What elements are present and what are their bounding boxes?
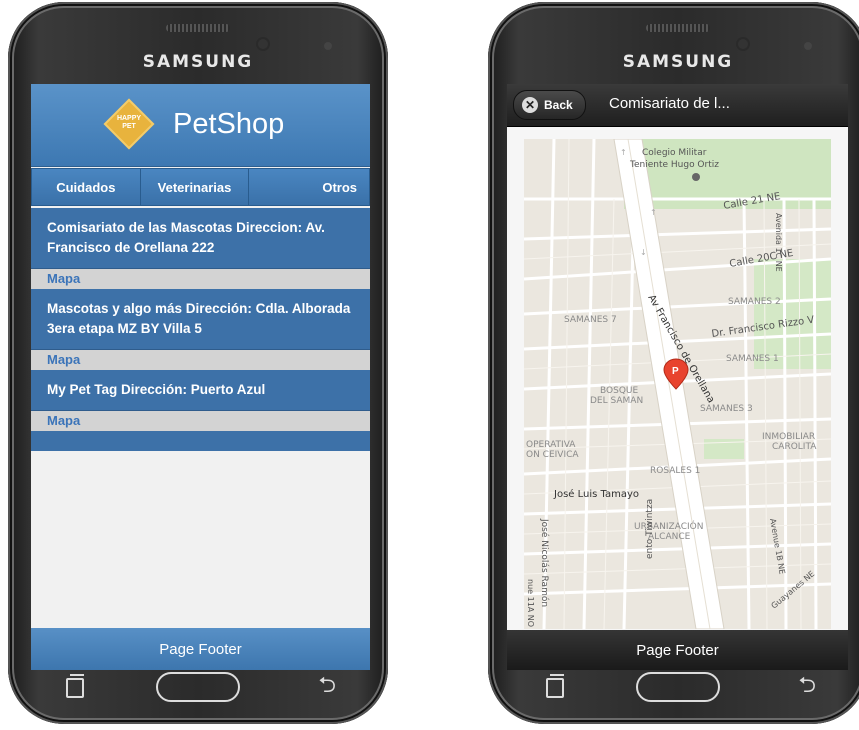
recent-apps-icon[interactable] <box>546 674 564 698</box>
svg-text:↑: ↑ <box>650 208 657 217</box>
tab-bar: Cuidados Veterinarias Otros <box>31 168 370 206</box>
map-label: BOSQUE <box>600 386 638 396</box>
list-item[interactable]: My Pet Tag Dirección: Puerto Azul <box>31 370 370 411</box>
back-arrow-icon[interactable]: ⮌ <box>318 674 336 696</box>
map-label: CAROLITA <box>772 442 817 452</box>
map-label: SAMANES 7 <box>564 315 617 325</box>
happy-pet-logo: HAPPY PET <box>103 98 155 150</box>
tab-otros[interactable]: Otros <box>249 168 370 206</box>
speaker-grille <box>166 24 230 32</box>
brand-logo: SAMSUNG <box>622 52 734 72</box>
map-label: José Nicolás Ramón <box>539 518 550 607</box>
sensor-icon <box>258 39 268 49</box>
tab-veterinarias[interactable]: Veterinarias <box>140 168 250 206</box>
right-phone: SAMSUNG ✕ Back Comisariato de l... Coleg… <box>488 2 859 724</box>
close-icon: ✕ <box>522 97 538 113</box>
map-label: Avenida 1C NE <box>774 213 783 272</box>
map-label: Teniente Hugo Ortiz <box>629 160 719 170</box>
map-label: José Luis Tamayo <box>553 488 639 500</box>
map-label: SAMANES 3 <box>700 404 753 414</box>
map-label: Colegio Militar <box>642 148 707 158</box>
page-footer: Page Footer <box>31 628 370 670</box>
map-label: ON CEIVICA <box>526 450 579 460</box>
map-header: ✕ Back Comisariato de l... <box>507 84 848 127</box>
tab-cuidados[interactable]: Cuidados <box>31 168 141 206</box>
left-phone: SAMSUNG HAPPY PET PetShop Cuidados Veter… <box>8 2 388 724</box>
camera-icon <box>804 42 812 50</box>
pin-label: P <box>672 366 679 377</box>
back-arrow-icon[interactable]: ⮌ <box>798 674 816 696</box>
map-label: ento Tiwintza <box>645 499 655 559</box>
back-button[interactable]: ✕ Back <box>513 90 586 120</box>
home-button[interactable] <box>156 672 240 702</box>
sensor-icon <box>738 39 748 49</box>
hardware-nav: ⮌ <box>488 670 859 704</box>
map-label: SAMANES 2 <box>728 297 781 307</box>
logo-text-line1: HAPPY <box>116 115 142 122</box>
list-end-bar <box>31 431 370 451</box>
landmark-icon <box>692 173 700 181</box>
app-header: HAPPY PET PetShop <box>31 84 370 167</box>
shop-list: Comisariato de las Mascotas Direccion: A… <box>31 208 370 451</box>
page-footer: Page Footer <box>507 630 848 670</box>
back-button-label: Back <box>544 98 573 112</box>
svg-text:↑: ↑ <box>620 148 627 157</box>
list-item[interactable]: Comisariato de las Mascotas Direccion: A… <box>31 208 370 269</box>
street-map[interactable]: Colegio Militar Teniente Hugo Ortiz Call… <box>524 139 831 629</box>
map-screen: ✕ Back Comisariato de l... Colegio Milit… <box>507 84 848 670</box>
petshop-screen: HAPPY PET PetShop Cuidados Veterinarias … <box>31 84 370 670</box>
map-link[interactable]: Mapa <box>31 411 370 431</box>
map-label: nue 11A NO <box>526 579 535 627</box>
map-label: DEL SAMAN <box>590 396 643 406</box>
logo-text-line2: PET <box>122 123 136 130</box>
logo-text: HAPPY PET <box>111 115 147 131</box>
map-label: INMOBILIAR <box>762 432 815 442</box>
map-label: ROSALES 1 <box>650 466 700 476</box>
recent-apps-icon[interactable] <box>66 674 84 698</box>
camera-icon <box>324 42 332 50</box>
map-view[interactable]: Colegio Militar Teniente Hugo Ortiz Call… <box>524 139 831 629</box>
map-link[interactable]: Mapa <box>31 269 370 289</box>
svg-text:↓: ↓ <box>640 248 647 257</box>
brand-logo: SAMSUNG <box>142 52 254 72</box>
hardware-nav: ⮌ <box>8 670 388 704</box>
speaker-grille <box>646 24 710 32</box>
map-link[interactable]: Mapa <box>31 350 370 370</box>
app-title: PetShop <box>173 108 285 140</box>
map-label: SAMANES 1 <box>726 354 779 364</box>
list-item[interactable]: Mascotas y algo más Dirección: Cdla. Alb… <box>31 289 370 350</box>
map-label: OPERATIVA <box>526 440 576 450</box>
home-button[interactable] <box>636 672 720 702</box>
page-title: Comisariato de l... <box>609 95 730 112</box>
